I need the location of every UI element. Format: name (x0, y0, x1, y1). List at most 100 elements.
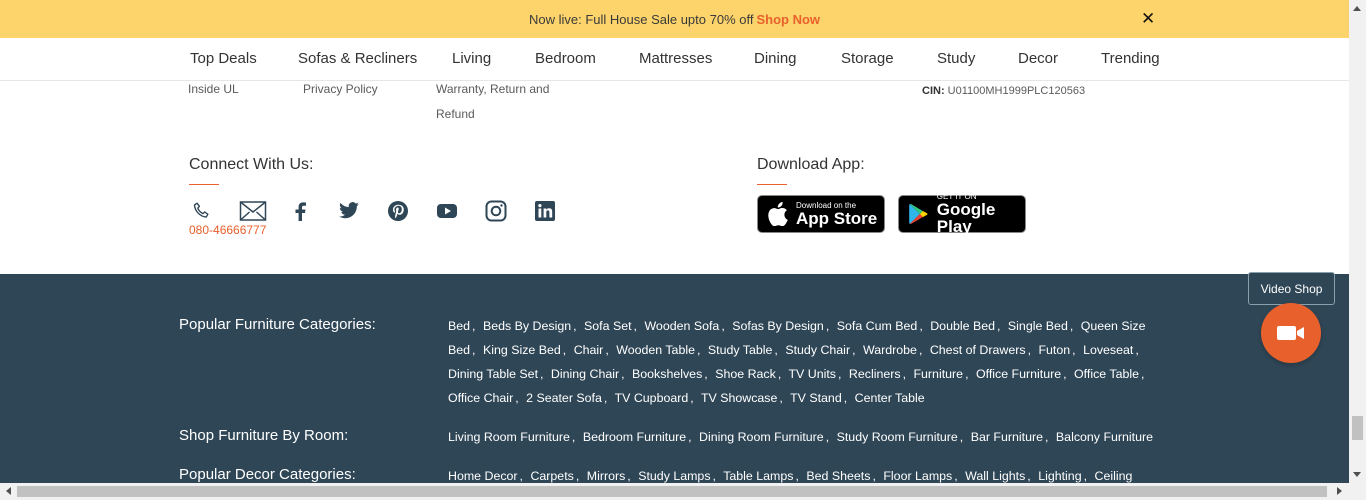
youtube-icon[interactable] (433, 197, 461, 225)
category-link[interactable]: Wooden Sofa (644, 319, 719, 333)
facebook-icon[interactable] (286, 197, 314, 225)
category-link[interactable]: Chair (574, 343, 604, 357)
category-link[interactable]: Floor Lamps (883, 469, 952, 483)
footer-link-privacy-policy[interactable]: Privacy Policy (303, 77, 378, 102)
link-separator: , (825, 319, 830, 333)
category-link[interactable]: Bed (448, 319, 470, 333)
category-link[interactable]: Chest of Drawers (930, 343, 1026, 357)
footer-link-inside-ul[interactable]: Inside UL (188, 77, 239, 102)
category-link[interactable]: Sofa Set (584, 319, 632, 333)
link-separator: , (779, 391, 783, 405)
phone-number[interactable]: 080-46666777 (189, 223, 266, 237)
vertical-scroll-thumb[interactable] (1352, 416, 1363, 440)
category-link[interactable]: Living Room Furniture (448, 430, 570, 444)
mail-icon[interactable] (239, 197, 267, 225)
link-separator: , (721, 319, 725, 333)
link-separator: , (540, 367, 544, 381)
scroll-down-icon[interactable] (1353, 472, 1361, 477)
category-link[interactable]: Study Table (708, 343, 773, 357)
category-link[interactable]: Mirrors (587, 469, 626, 483)
category-link[interactable]: Wardrobe (863, 343, 917, 357)
close-icon[interactable]: ✕ (1141, 9, 1155, 29)
nav-item-storage[interactable]: Storage (841, 50, 894, 67)
category-link[interactable]: Table Lamps (723, 469, 793, 483)
footer-link-warranty-line2: Refund (436, 107, 475, 121)
category-link[interactable]: Shoe Rack (715, 367, 776, 381)
category-link[interactable]: Loveseat (1083, 343, 1133, 357)
category-link[interactable]: Balcony Furniture (1056, 430, 1153, 444)
category-link[interactable]: Bed Sheets (806, 469, 870, 483)
google-play-icon (909, 203, 928, 225)
link-separator: , (872, 469, 876, 483)
category-link[interactable]: King Size Bed (483, 343, 561, 357)
category-link[interactable]: Recliners (849, 367, 901, 381)
link-separator: , (621, 367, 625, 381)
category-link[interactable]: Sofas By Design (732, 319, 824, 333)
download-title: Download App: (757, 156, 865, 173)
instagram-icon[interactable] (482, 197, 510, 225)
category-link[interactable]: Single Bed (1008, 319, 1068, 333)
category-link[interactable]: Study Lamps (638, 469, 710, 483)
category-link[interactable]: Office Table (1074, 367, 1139, 381)
category-link[interactable]: TV Showcase (701, 391, 777, 405)
nav-item-bedroom[interactable]: Bedroom (535, 50, 596, 67)
category-link[interactable]: Study Room Furniture (837, 430, 958, 444)
category-link[interactable]: Dining Chair (551, 367, 619, 381)
category-link[interactable]: TV Units (788, 367, 836, 381)
category-link[interactable]: Dining Table Set (448, 367, 538, 381)
nav-item-decor[interactable]: Decor (1018, 50, 1058, 67)
nav-item-mattresses[interactable]: Mattresses (639, 50, 712, 67)
category-link[interactable]: Study Chair (785, 343, 850, 357)
scroll-up-icon[interactable] (1353, 6, 1361, 11)
vertical-scrollbar[interactable] (1349, 0, 1366, 483)
nav-item-trending[interactable]: Trending (1101, 50, 1160, 67)
category-link[interactable]: Bedroom Furniture (583, 430, 686, 444)
google-play-button[interactable]: GET IT ON Google Play (898, 193, 1026, 236)
category-link[interactable]: Dining Room Furniture (699, 430, 824, 444)
category-link[interactable]: TV Cupboard (615, 391, 689, 405)
category-link[interactable]: Wooden Table (616, 343, 695, 357)
category-link[interactable]: Bar Furniture (971, 430, 1043, 444)
category-link[interactable]: Bookshelves (632, 367, 702, 381)
linkedin-icon[interactable] (531, 197, 559, 225)
scroll-right-icon[interactable] (1337, 487, 1342, 495)
category-link[interactable]: Office Furniture (976, 367, 1061, 381)
nav-item-living[interactable]: Living (452, 50, 491, 67)
category-link[interactable]: Furniture (913, 367, 963, 381)
category-link[interactable]: Ceiling (1095, 469, 1133, 483)
link-separator: , (562, 343, 567, 357)
horizontal-scroll-thumb[interactable] (17, 486, 1327, 497)
horizontal-scrollbar[interactable] (0, 483, 1366, 500)
category-link[interactable]: Sofa Cum Bed (837, 319, 918, 333)
shop-now-link[interactable]: Shop Now (756, 12, 820, 27)
category-link[interactable]: Home Decor (448, 469, 518, 483)
category-link[interactable]: Beds By Design (483, 319, 571, 333)
phone-icon[interactable] (188, 197, 216, 225)
cin-value: U01100MH1999PLC120563 (947, 85, 1086, 97)
app-store-big-text: App Store (796, 208, 878, 228)
link-separator: , (627, 469, 631, 483)
google-play-big-text: Google Play (936, 200, 996, 236)
twitter-icon[interactable] (335, 197, 363, 225)
category-link[interactable]: TV Stand (790, 391, 842, 405)
app-store-button[interactable]: Download on the App Store (757, 195, 885, 233)
video-shop-label[interactable]: Video Shop (1248, 272, 1335, 305)
nav-item-sofas-recliners[interactable]: Sofas & Recliners (298, 50, 417, 67)
category-link[interactable]: Double Bed (930, 319, 995, 333)
category-link[interactable]: 2 Seater Sofa (526, 391, 602, 405)
category-link[interactable]: Wall Lights (965, 469, 1025, 483)
link-separator: , (605, 343, 609, 357)
category-link[interactable]: Office Chair (448, 391, 513, 405)
video-shop-button[interactable] (1261, 303, 1321, 363)
category-link[interactable]: Futon (1038, 343, 1070, 357)
category-link[interactable]: Carpets (530, 469, 573, 483)
apple-icon (768, 202, 788, 226)
nav-item-top-deals[interactable]: Top Deals (190, 50, 257, 67)
category-link[interactable]: Lighting (1038, 469, 1081, 483)
footer-link-warranty[interactable]: Warranty, Return and Refund (436, 77, 549, 127)
pinterest-icon[interactable] (384, 197, 412, 225)
category-link[interactable]: Center Table (855, 391, 925, 405)
nav-item-dining[interactable]: Dining (754, 50, 797, 67)
nav-item-study[interactable]: Study (937, 50, 975, 67)
scroll-left-icon[interactable] (6, 487, 11, 495)
